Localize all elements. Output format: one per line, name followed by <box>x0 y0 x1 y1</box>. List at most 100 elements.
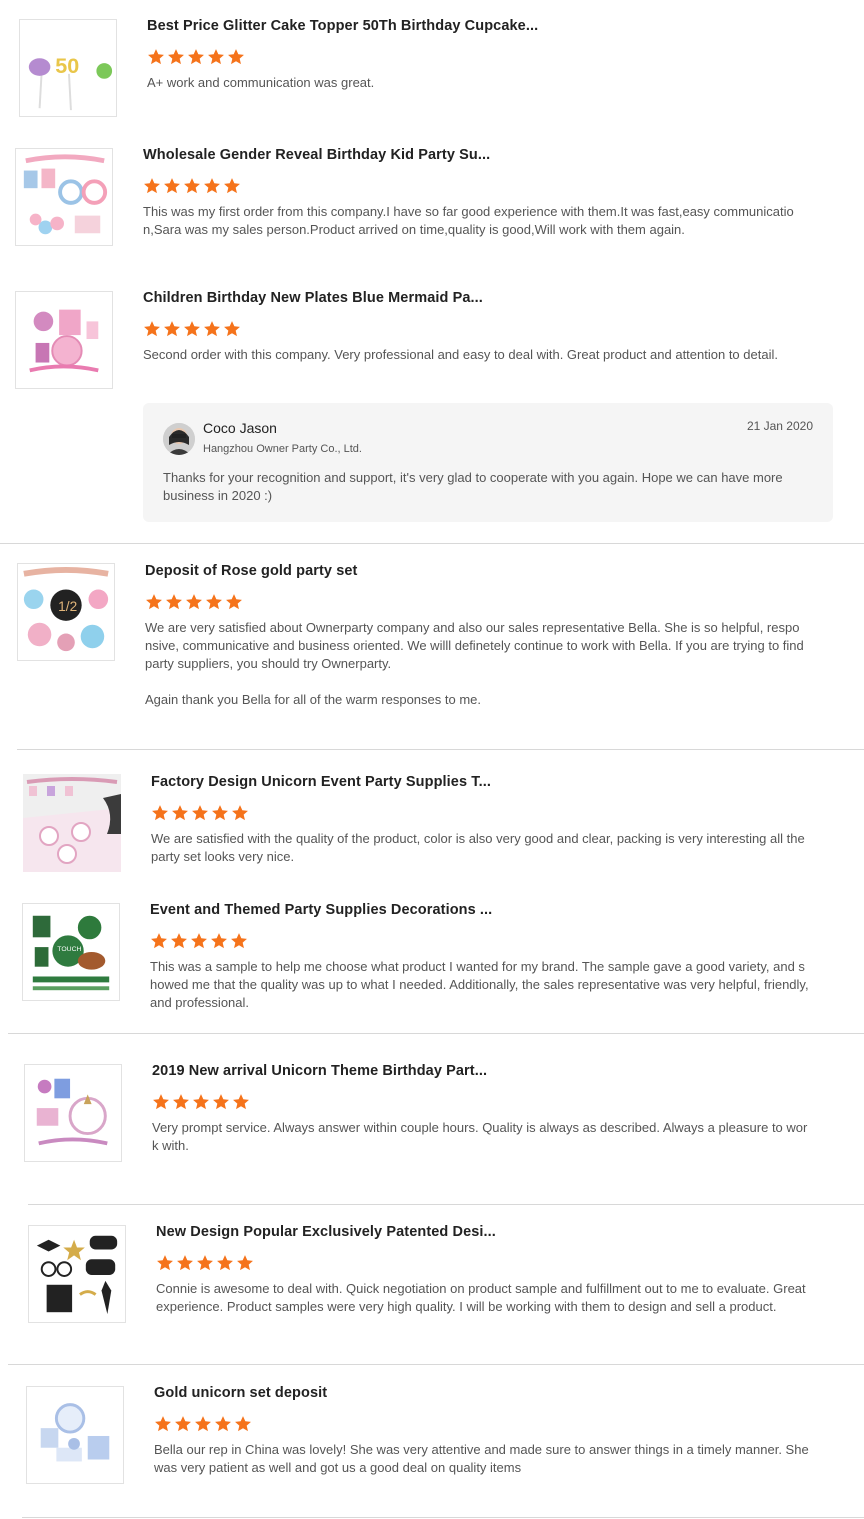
divider <box>22 1517 864 1518</box>
star-icon <box>234 1415 252 1433</box>
review-product-title[interactable]: Children Birthday New Plates Blue Mermai… <box>143 290 483 306</box>
star-icon <box>156 1254 174 1272</box>
review-text: Bella our rep in China was lovely! She w… <box>154 1442 809 1475</box>
review-text: We are very satisfied about Ownerparty c… <box>145 620 804 671</box>
star-icon <box>150 932 168 950</box>
gender-reveal-set-icon <box>23 154 108 235</box>
review-product-title[interactable]: Best Price Glitter Cake Topper 50Th Birt… <box>147 18 538 34</box>
review-product-title[interactable]: Wholesale Gender Reveal Birthday Kid Par… <box>143 147 490 163</box>
reply-company: Hangzhou Owner Party Co., Ltd. <box>203 443 362 455</box>
star-icon <box>203 177 221 195</box>
product-thumbnail[interactable] <box>28 1225 126 1323</box>
football-party-icon: TOUCH <box>32 913 110 991</box>
product-thumbnail[interactable] <box>15 148 113 246</box>
star-icon <box>154 1415 172 1433</box>
star-icon <box>205 593 223 611</box>
review-text: This was my first order from this compan… <box>143 204 794 237</box>
review-text: Very prompt service. Always answer withi… <box>152 1120 808 1153</box>
review-text: Second order with this company. Very pro… <box>143 347 778 362</box>
rose-gold-set-icon: 1/2 <box>23 566 109 652</box>
review-text: This was a sample to help me choose what… <box>150 959 809 1010</box>
star-icon <box>174 1415 192 1433</box>
photo-booth-props-icon <box>36 1235 118 1315</box>
seller-reply: Coco Jason Hangzhou Owner Party Co., Ltd… <box>143 403 833 522</box>
star-icon <box>172 1093 190 1111</box>
svg-text:50: 50 <box>55 53 79 78</box>
star-rating <box>145 593 243 611</box>
review-product-title[interactable]: Event and Themed Party Supplies Decorati… <box>150 902 492 918</box>
star-icon <box>194 1415 212 1433</box>
gold-unicorn-set-icon <box>40 1403 110 1462</box>
star-icon <box>152 1093 170 1111</box>
star-icon <box>185 593 203 611</box>
star-icon <box>227 48 245 66</box>
divider <box>28 1204 864 1205</box>
star-rating <box>150 932 248 950</box>
review-text-paragraph: Again thank you Bella for all of the war… <box>145 692 482 707</box>
star-icon <box>143 177 161 195</box>
star-icon <box>163 177 181 195</box>
review-text: We are satisfied with the quality of the… <box>151 831 805 864</box>
divider <box>0 543 864 544</box>
star-icon <box>210 932 228 950</box>
star-icon <box>165 593 183 611</box>
product-thumbnail[interactable]: TOUCH <box>22 903 120 1001</box>
product-thumbnail[interactable]: 1/2 <box>17 563 115 661</box>
star-icon <box>167 48 185 66</box>
star-icon <box>216 1254 234 1272</box>
star-rating <box>151 804 249 822</box>
product-thumbnail[interactable] <box>15 291 113 389</box>
star-rating <box>156 1254 254 1272</box>
divider <box>8 1364 864 1365</box>
review-product-title[interactable]: 2019 New arrival Unicorn Theme Birthday … <box>152 1063 487 1079</box>
star-icon <box>214 1415 232 1433</box>
star-icon <box>231 804 249 822</box>
reply-text: Thanks for your recognition and support,… <box>163 470 783 503</box>
star-icon <box>143 320 161 338</box>
star-icon <box>190 932 208 950</box>
product-thumbnail[interactable] <box>23 774 121 872</box>
svg-text:1/2: 1/2 <box>58 599 77 614</box>
review-product-title[interactable]: Deposit of Rose gold party set <box>145 563 357 579</box>
reply-date: 21 Jan 2020 <box>746 419 813 433</box>
star-icon <box>196 1254 214 1272</box>
star-rating <box>154 1415 252 1433</box>
star-icon <box>236 1254 254 1272</box>
star-icon <box>191 804 209 822</box>
svg-text:TOUCH: TOUCH <box>57 946 81 953</box>
product-thumbnail[interactable]: 50 <box>19 19 117 117</box>
star-icon <box>230 932 248 950</box>
star-rating <box>152 1093 250 1111</box>
review-text: Connie is awesome to deal with. Quick ne… <box>156 1281 806 1314</box>
star-icon <box>147 48 165 66</box>
review-product-title[interactable]: Factory Design Unicorn Event Party Suppl… <box>151 774 491 790</box>
star-icon <box>207 48 225 66</box>
avatar <box>163 423 195 455</box>
product-thumbnail[interactable] <box>26 1386 124 1484</box>
unicorn-table-icon <box>23 774 121 872</box>
divider <box>17 749 864 750</box>
review-product-title[interactable]: Gold unicorn set deposit <box>154 1385 327 1401</box>
product-thumbnail[interactable] <box>24 1064 122 1162</box>
star-icon <box>212 1093 230 1111</box>
star-icon <box>183 177 201 195</box>
star-icon <box>151 804 169 822</box>
star-rating <box>147 48 245 66</box>
star-icon <box>183 320 201 338</box>
star-rating <box>143 177 241 195</box>
star-icon <box>192 1093 210 1111</box>
divider <box>8 1033 864 1034</box>
review-product-title[interactable]: New Design Popular Exclusively Patented … <box>156 1224 496 1240</box>
star-icon <box>163 320 181 338</box>
star-icon <box>223 177 241 195</box>
star-icon <box>225 593 243 611</box>
star-icon <box>232 1093 250 1111</box>
star-icon <box>171 804 189 822</box>
reply-author-name: Coco Jason <box>203 420 277 436</box>
star-icon <box>211 804 229 822</box>
star-icon <box>187 48 205 66</box>
star-icon <box>170 932 188 950</box>
unicorn-theme-icon <box>36 1078 108 1146</box>
star-icon <box>203 320 221 338</box>
star-icon <box>145 593 163 611</box>
